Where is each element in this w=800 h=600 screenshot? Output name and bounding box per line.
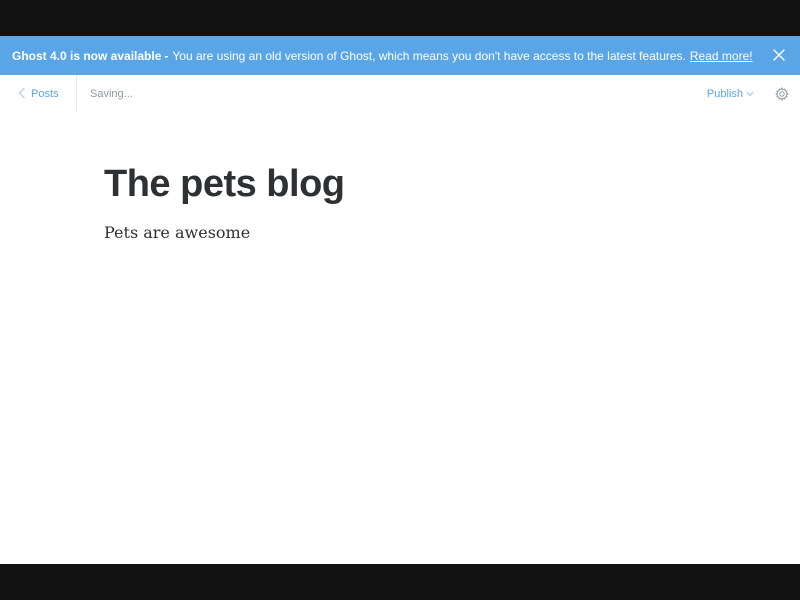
letterbox-top <box>0 0 800 36</box>
banner-message: You are using an old version of Ghost, w… <box>172 48 686 63</box>
gear-icon[interactable] <box>775 87 789 101</box>
post-title[interactable]: The pets blog <box>104 163 345 206</box>
banner-read-more-link[interactable]: Read more! <box>690 49 753 63</box>
editor-app: Ghost 4.0 is now available - You are usi… <box>0 36 800 564</box>
publish-label: Publish <box>706 88 743 100</box>
letterbox-bottom <box>0 564 800 600</box>
save-status: Saving... <box>90 88 133 100</box>
back-link-label: Posts <box>31 88 59 100</box>
editor-header: Posts Saving... Publish <box>0 75 800 113</box>
post-body[interactable]: Pets are awesome <box>104 223 250 242</box>
header-divider <box>76 75 77 111</box>
back-to-posts-link[interactable]: Posts <box>18 75 59 113</box>
chevron-down-icon <box>743 88 754 100</box>
close-icon[interactable] <box>772 48 786 62</box>
publish-menu-button[interactable]: Publish <box>707 75 754 113</box>
banner-headline: Ghost 4.0 is now available <box>12 48 162 63</box>
upgrade-banner: Ghost 4.0 is now available - You are usi… <box>0 36 800 75</box>
banner-separator: - <box>164 48 169 63</box>
chevron-left-icon <box>18 87 31 102</box>
